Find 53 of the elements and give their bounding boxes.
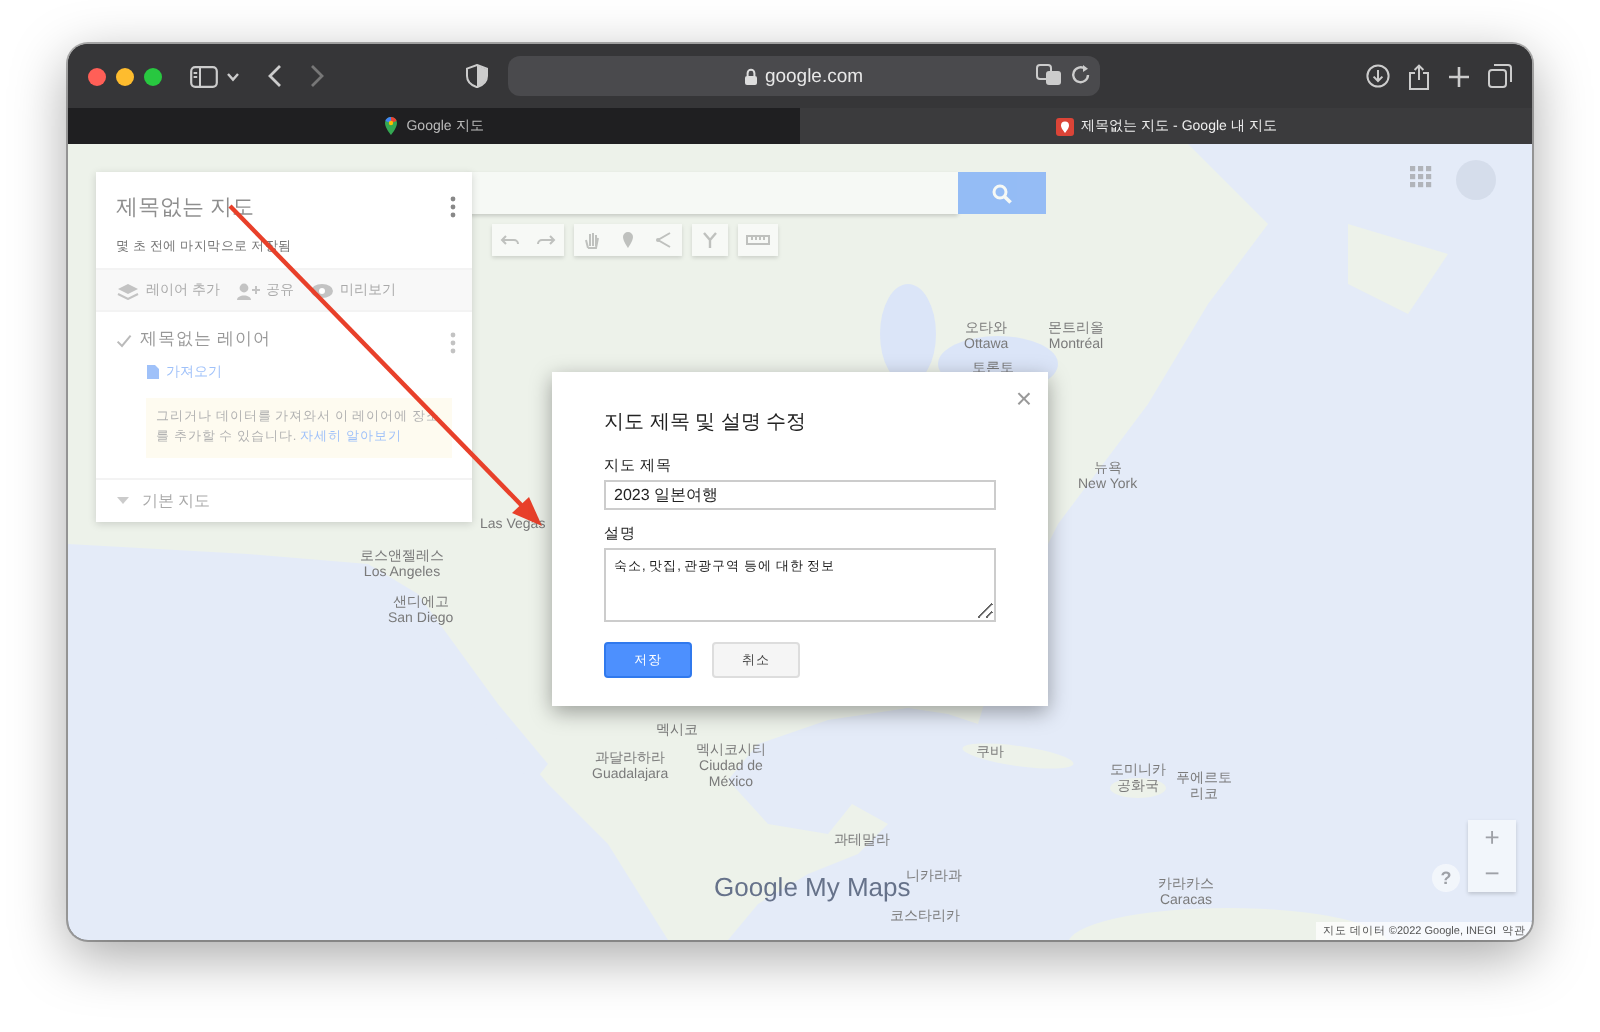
download-icon[interactable]: [1366, 64, 1390, 88]
zoom-out-button[interactable]: −: [1468, 856, 1516, 892]
map-tool-button[interactable]: [574, 224, 610, 256]
new-tab-icon[interactable]: [1448, 65, 1470, 87]
back-icon[interactable]: [268, 64, 282, 88]
marker-icon: [618, 230, 638, 250]
redo-icon: [536, 230, 556, 250]
layer-checkbox[interactable]: [116, 332, 132, 348]
sidebar-toggle-icon[interactable]: [190, 65, 218, 87]
undo-icon: [500, 230, 520, 250]
zoom-in-button[interactable]: +: [1468, 820, 1516, 856]
search-icon: [992, 183, 1012, 203]
reload-icon[interactable]: [1070, 64, 1092, 86]
apps-grid-icon[interactable]: [1410, 166, 1432, 188]
ruler-icon: [746, 230, 770, 250]
map-tool-button[interactable]: [492, 224, 528, 256]
map-pin-icon: [1055, 117, 1074, 135]
map-pin-icon: [384, 116, 399, 136]
minimize-window-button[interactable]: [116, 67, 134, 85]
translate-icon[interactable]: [1036, 64, 1062, 86]
more-vertical-icon[interactable]: [450, 332, 456, 354]
close-window-button[interactable]: [88, 67, 106, 85]
dialog-title: 지도 제목 및 설명 수정: [604, 410, 809, 436]
map-tool-button[interactable]: [646, 224, 682, 256]
file-icon: [146, 364, 160, 380]
shield-icon[interactable]: [466, 64, 488, 88]
share-icon[interactable]: [1408, 63, 1430, 89]
search-button[interactable]: [958, 172, 1046, 214]
route-icon: [700, 230, 720, 250]
add-person-icon: [235, 281, 260, 299]
address-bar[interactable]: google.com: [508, 56, 1100, 96]
map-tool-button[interactable]: [528, 224, 564, 256]
layer-name[interactable]: 제목없는 레이어: [140, 328, 271, 352]
tab-overview-icon[interactable]: [1488, 64, 1512, 88]
line-icon: [654, 230, 674, 250]
more-vertical-icon[interactable]: [450, 196, 456, 218]
caret-icon[interactable]: [116, 495, 130, 505]
hand-icon: [582, 230, 602, 250]
basemap-label[interactable]: 기본 지도: [142, 489, 211, 511]
map-tool-button[interactable]: [738, 224, 778, 256]
check-icon: [116, 333, 132, 347]
map-tool-button[interactable]: [692, 224, 728, 256]
help-button[interactable]: ?: [1432, 864, 1460, 892]
layers-icon: [116, 281, 140, 299]
zoom-window-button[interactable]: [144, 67, 162, 85]
chevron-down-icon[interactable]: [226, 71, 240, 81]
close-button[interactable]: ×: [1015, 382, 1032, 414]
forward-icon[interactable]: [310, 64, 324, 88]
lock-icon: [744, 67, 759, 85]
eye-icon: [309, 281, 334, 299]
search-field[interactable]: [466, 172, 958, 214]
title-field[interactable]: 2023 일본여행: [604, 480, 996, 510]
url-text: google.com: [764, 65, 864, 87]
